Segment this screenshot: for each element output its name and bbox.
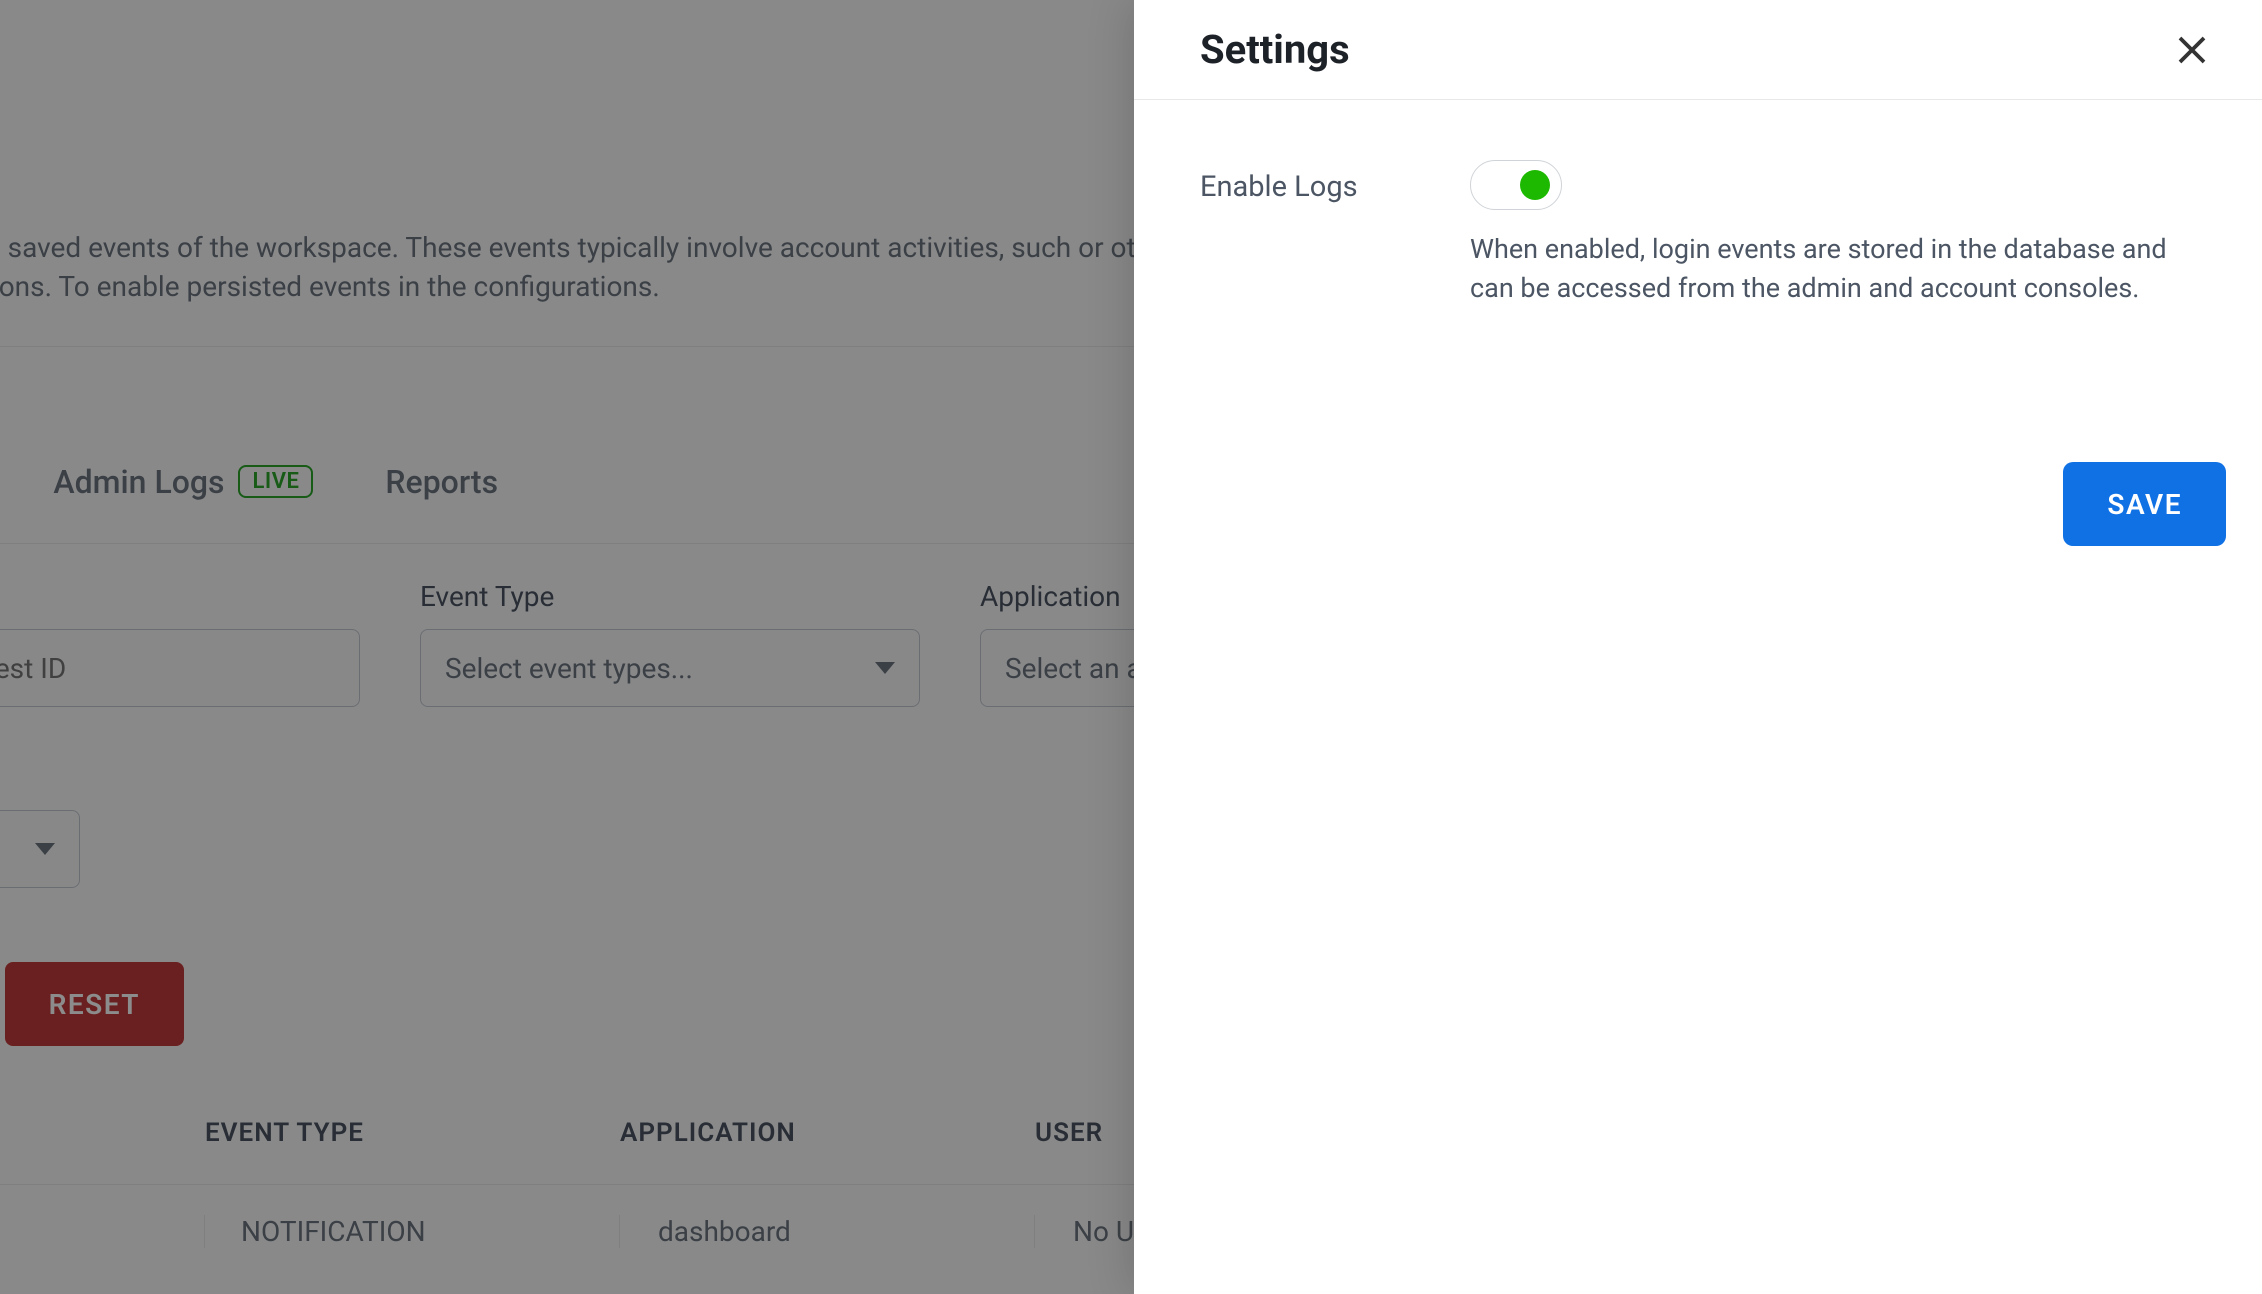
enable-logs-label: Enable Logs (1200, 160, 1370, 308)
panel-title: Settings (1200, 26, 1350, 73)
panel-actions: SAVE (1134, 462, 2262, 546)
panel-body: Enable Logs When enabled, login events a… (1134, 100, 2262, 368)
enable-logs-setting: Enable Logs When enabled, login events a… (1200, 160, 2196, 308)
settings-panel: Settings Enable Logs When enabled, login… (1134, 0, 2262, 1294)
save-button[interactable]: SAVE (2063, 462, 2226, 546)
toggle-knob (1520, 170, 1550, 200)
close-icon (2174, 32, 2210, 68)
panel-header: Settings (1134, 0, 2262, 100)
enable-logs-toggle[interactable] (1470, 160, 1562, 210)
enable-logs-control: When enabled, login events are stored in… (1470, 160, 2196, 308)
close-button[interactable] (2172, 30, 2212, 70)
enable-logs-description: When enabled, login events are stored in… (1470, 230, 2196, 308)
